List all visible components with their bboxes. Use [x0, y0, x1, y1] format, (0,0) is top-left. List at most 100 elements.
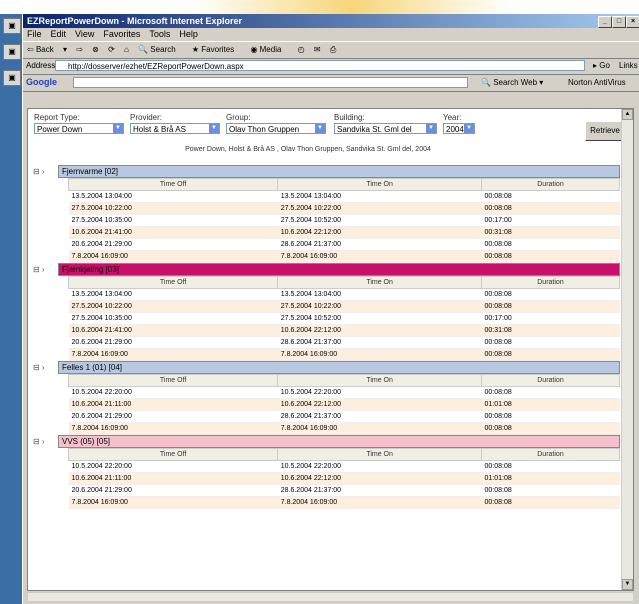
group-header[interactable]: ⊟ › Fjernkjøling [03]	[33, 263, 620, 276]
forward-icon[interactable]: ⇨	[76, 45, 83, 54]
column-header[interactable]: Duration	[480, 374, 620, 387]
favorites-button[interactable]: ★ Favorites	[192, 45, 241, 54]
table-row[interactable]: 10.6.2004 21:11:00 10.6.2004 22:12:00 01:0…	[68, 398, 620, 411]
vertical-scrollbar[interactable]: ▲ ▼	[621, 109, 633, 590]
column-header[interactable]: Time On	[277, 448, 482, 461]
column-header[interactable]: Time Off	[67, 276, 279, 289]
column-header[interactable]: Duration	[480, 276, 620, 289]
table-row[interactable]: 13.5.2004 13:04:00 13.5.2004 13:04:00 00:0…	[68, 288, 620, 301]
stop-icon[interactable]: ⊗	[92, 45, 99, 54]
table-row[interactable]: 27.5.2004 10:22:00 27.5.2004 10:22:00 00:0…	[68, 300, 620, 313]
building-label: Building:	[334, 113, 365, 122]
refresh-icon[interactable]: ⟳	[108, 45, 115, 54]
group-value: Olav Thon Gruppen	[229, 125, 300, 134]
scroll-down-icon[interactable]: ▼	[622, 579, 633, 590]
chevron-down-icon[interactable]: ▼	[464, 124, 474, 133]
desktop-icon[interactable]: ▣	[3, 44, 21, 60]
table-cell: 7.8.2004 16:09:00	[68, 496, 278, 509]
back-button[interactable]: ⇦ Back ▾	[27, 45, 67, 54]
menu-item[interactable]: Tools	[149, 29, 170, 39]
menu-item[interactable]: View	[75, 29, 94, 39]
chevron-down-icon[interactable]: ▼	[426, 124, 436, 133]
tree-toggle-icon[interactable]: ⊟ ›	[33, 166, 45, 177]
chevron-down-icon[interactable]: ▼	[209, 124, 219, 133]
tree-toggle-icon[interactable]: ⊟ ›	[33, 436, 45, 447]
search-button[interactable]: 🔍 Search	[138, 45, 183, 54]
tree-toggle-icon[interactable]: ⊟ ›	[33, 362, 45, 373]
group-select[interactable]: Olav Thon Gruppen ▼	[226, 123, 326, 134]
close-icon[interactable]: ×	[626, 16, 639, 28]
home-icon[interactable]: ⌂	[124, 45, 129, 54]
tree-toggle-icon[interactable]: ⊟ ›	[33, 264, 45, 275]
history-icon[interactable]: ◴	[298, 45, 305, 54]
table-cell: 28.6.2004 21:37:00	[277, 336, 482, 349]
links-button[interactable]: Links	[619, 61, 638, 70]
column-header[interactable]: Time On	[277, 374, 482, 387]
table-row[interactable]: 20.6.2004 21:29:00 28.6.2004 21:37:00 00:0…	[68, 410, 620, 423]
chevron-down-icon[interactable]: ▼	[113, 124, 123, 133]
column-header[interactable]: Time On	[277, 178, 482, 191]
table-row[interactable]: 13.5.2004 13:04:00 13.5.2004 13:04:00 00:0…	[68, 190, 620, 203]
google-search-input[interactable]	[73, 77, 468, 88]
table-row[interactable]: 10.6.2004 21:41:00 10.6.2004 22:12:00 00:3…	[68, 226, 620, 239]
table-row[interactable]: 7.8.2004 16:09:00 7.8.2004 16:09:00 00:08:…	[68, 250, 620, 263]
minimize-icon[interactable]: _	[598, 16, 612, 28]
column-header[interactable]: Time Off	[67, 374, 279, 387]
table-cell: 7.8.2004 16:09:00	[277, 250, 482, 263]
table-row[interactable]: 27.5.2004 10:35:00 27.5.2004 10:52:00 00:1…	[68, 312, 620, 325]
table-row[interactable]: 7.8.2004 16:09:00 7.8.2004 16:09:00 00:08:…	[68, 348, 620, 361]
go-button[interactable]: ▸ Go	[593, 61, 610, 70]
address-input[interactable]: http://dosserver/ezhet/EZReportPowerDown…	[55, 60, 585, 71]
column-header[interactable]: Time Off	[67, 448, 279, 461]
result-group: ⊟ › Fjernvarme [02] Time Off Time On Duratio…	[28, 165, 620, 263]
table-row[interactable]: 10.5.2004 22:20:00 10.5.2004 22:20:00 00:0…	[68, 386, 620, 399]
horizontal-scrollbar[interactable]	[27, 592, 634, 602]
column-header[interactable]: Duration	[480, 448, 620, 461]
column-header[interactable]: Time On	[277, 276, 482, 289]
menu-item[interactable]: Favorites	[103, 29, 140, 39]
column-header[interactable]: Time Off	[67, 178, 279, 191]
table-cell: 10.5.2004 22:20:00	[277, 386, 482, 399]
column-header[interactable]: Duration	[480, 178, 620, 191]
table-row[interactable]: 10.6.2004 21:41:00 10.6.2004 22:12:00 00:3…	[68, 324, 620, 337]
address-bar: Address http://dosserver/ezhet/EZReportP…	[23, 59, 639, 75]
table-row[interactable]: 27.5.2004 10:35:00 27.5.2004 10:52:00 00:1…	[68, 214, 620, 227]
desktop-icon[interactable]: ▣	[3, 70, 21, 86]
table-row[interactable]: 7.8.2004 16:09:00 7.8.2004 16:09:00 00:08:…	[68, 422, 620, 435]
table-row[interactable]: 10.6.2004 21:11:00 10.6.2004 22:12:00 01:0…	[68, 472, 620, 485]
menu-item[interactable]: File	[27, 29, 42, 39]
desktop-icon[interactable]: ▣	[3, 18, 21, 34]
menu-item[interactable]: Edit	[51, 29, 67, 39]
print-icon[interactable]: ⎙	[330, 45, 336, 54]
table-cell: 7.8.2004 16:09:00	[68, 422, 278, 435]
table-row[interactable]: 27.5.2004 10:22:00 27.5.2004 10:22:00 00:0…	[68, 202, 620, 215]
table-row[interactable]: 20.6.2004 21:29:00 28.6.2004 21:37:00 00:0…	[68, 238, 620, 251]
table-row[interactable]: 20.6.2004 21:29:00 28.6.2004 21:37:00 00:0…	[68, 484, 620, 497]
table-cell: 10.6.2004 22:12:00	[277, 398, 482, 411]
maximize-icon[interactable]: □	[612, 16, 626, 28]
norton-antivirus-button[interactable]: Norton AntiVirus	[568, 78, 626, 87]
table-row[interactable]: 7.8.2004 16:09:00 7.8.2004 16:09:00 00:08:…	[68, 496, 620, 509]
group-header[interactable]: ⊟ › Fjernvarme [02]	[33, 165, 620, 178]
provider-select[interactable]: Holst & Brå AS ▼	[130, 123, 220, 134]
table-cell: 10.6.2004 22:12:00	[277, 324, 482, 337]
table-cell: 00:17:00	[481, 214, 620, 227]
table-cell: 27.5.2004 10:22:00	[68, 300, 278, 313]
scroll-up-icon[interactable]: ▲	[622, 109, 633, 120]
building-value: Sandvika St. Gml del	[337, 125, 412, 134]
mail-icon[interactable]: ✉	[314, 45, 321, 54]
table-row[interactable]: 20.6.2004 21:29:00 28.6.2004 21:37:00 00:0…	[68, 336, 620, 349]
google-search-button[interactable]: 🔍 Search Web ▾	[481, 78, 543, 87]
group-header[interactable]: ⊟ › VVS (05) [05]	[33, 435, 620, 448]
table-row[interactable]: 10.5.2004 22:20:00 10.5.2004 22:20:00 00:0…	[68, 460, 620, 473]
retrieve-button[interactable]: Retrieve	[585, 121, 625, 141]
menu-item[interactable]: Help	[179, 29, 198, 39]
chevron-down-icon[interactable]: ▼	[315, 124, 325, 133]
media-button[interactable]: ◉ Media	[250, 45, 288, 54]
filter-panel: Report Type: Power Down ▼ Provider: Hols…	[28, 109, 633, 161]
building-select[interactable]: Sandvika St. Gml del ▼	[334, 123, 437, 134]
year-select[interactable]: 2004 ▼	[443, 123, 475, 134]
group-header[interactable]: ⊟ › Felles 1 (01) [04]	[33, 361, 620, 374]
report-type-select[interactable]: Power Down ▼	[34, 123, 124, 134]
favorites-label: Favorites	[201, 45, 235, 54]
